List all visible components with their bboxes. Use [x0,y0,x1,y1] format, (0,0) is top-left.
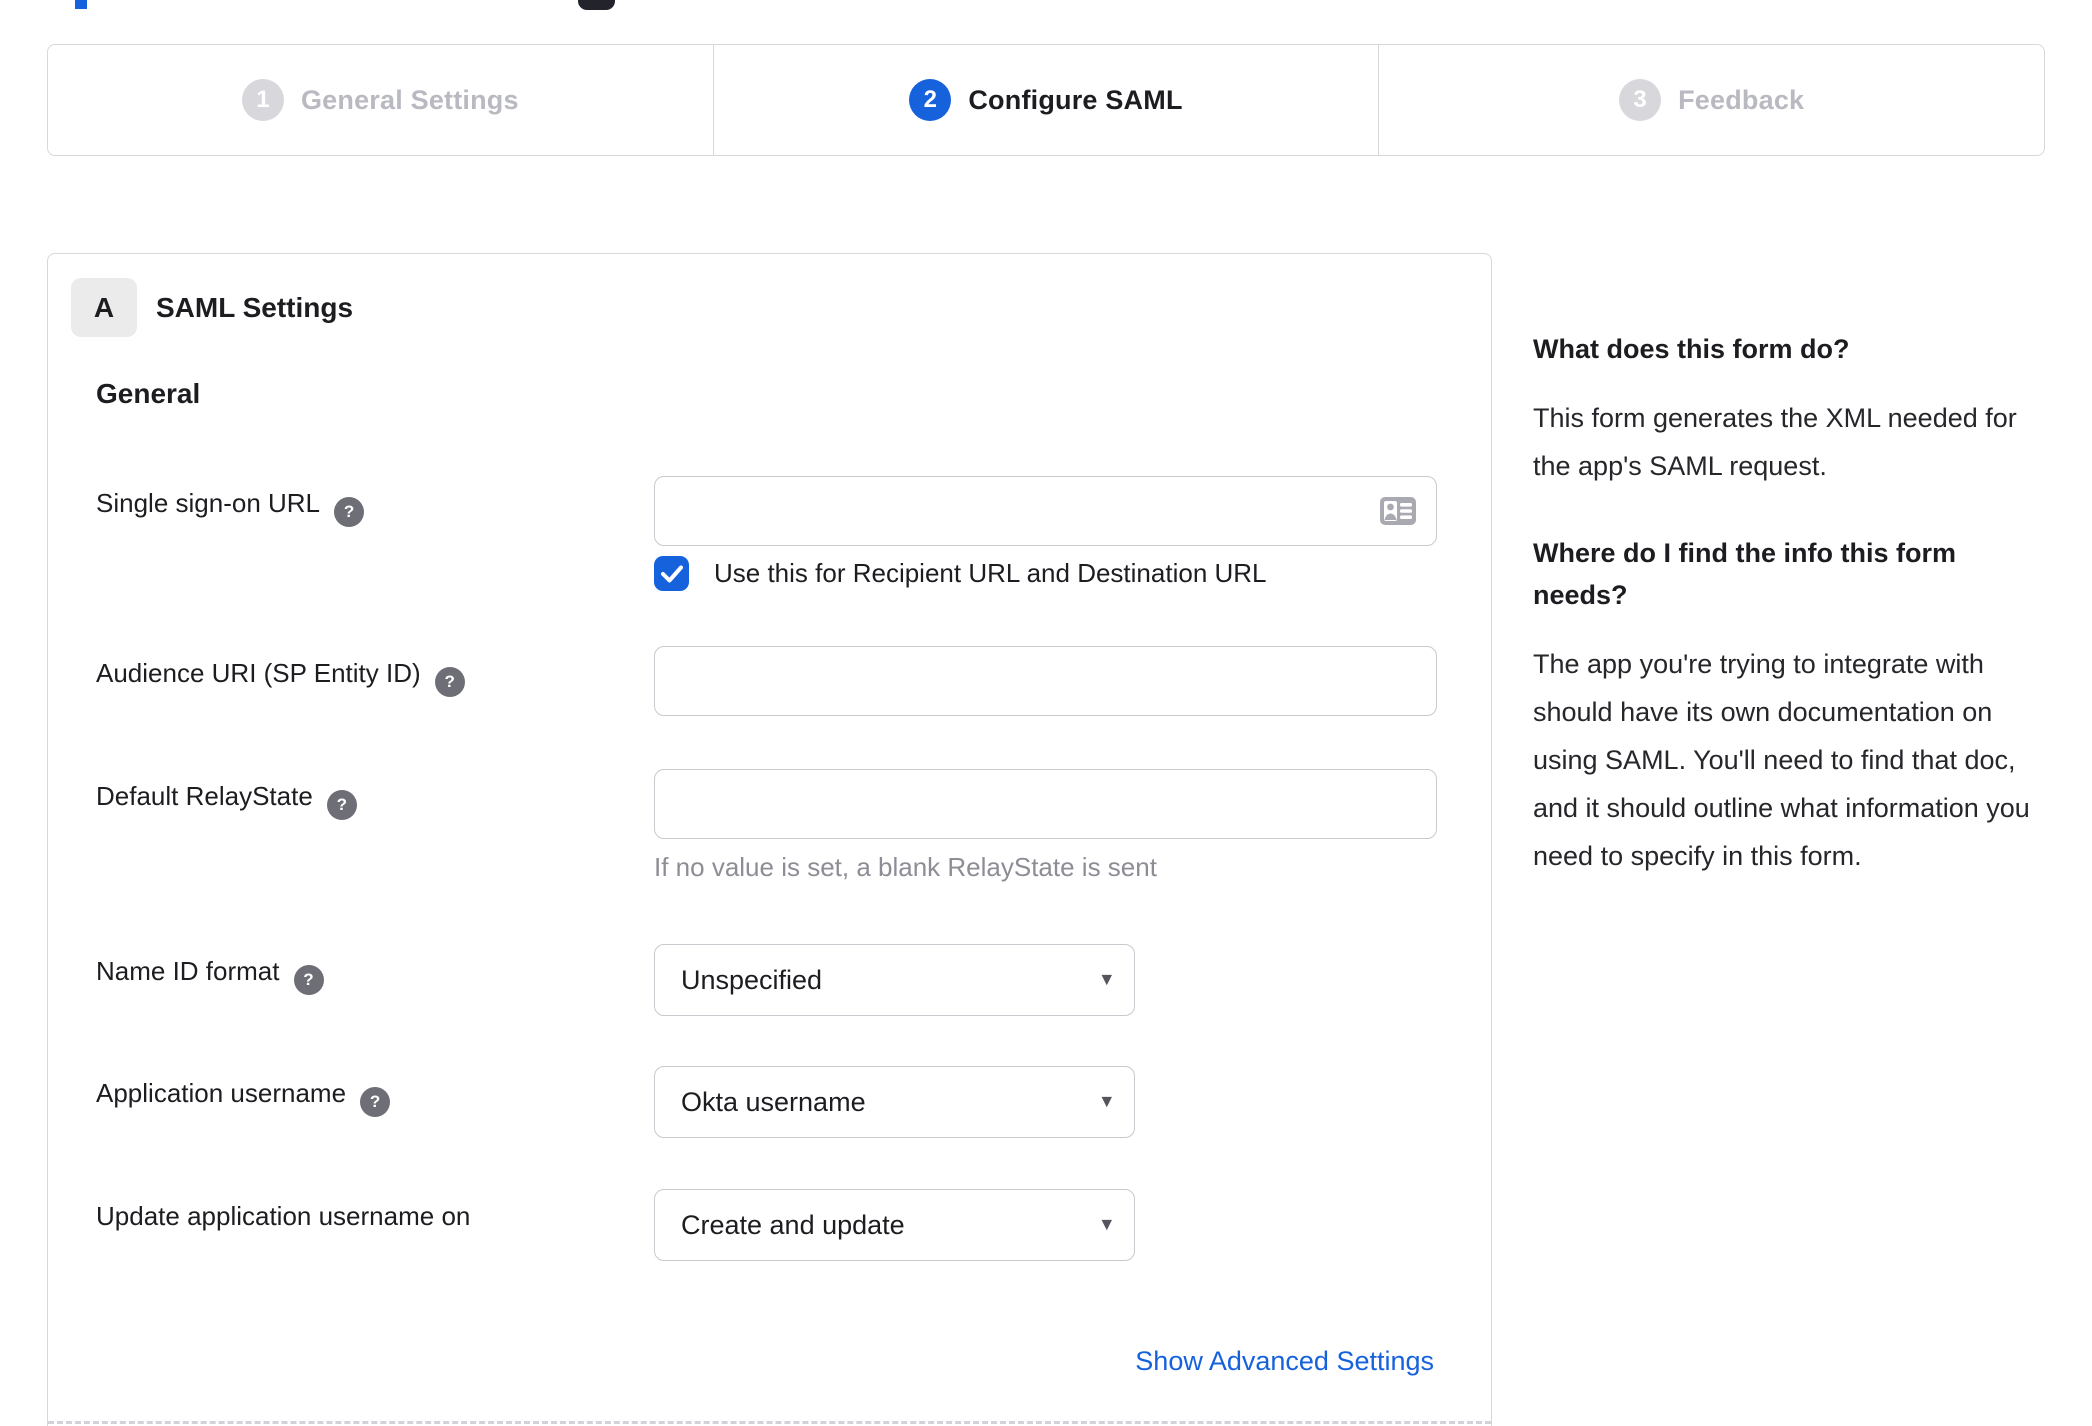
chevron-down-icon: ▾ [1101,1212,1112,1236]
default-relaystate-input[interactable] [654,769,1437,839]
checkbox-checked-icon[interactable] [654,556,689,591]
help-sidebar: What does this form do? This form genera… [1533,328,2047,922]
audience-uri-input[interactable] [654,646,1437,716]
help-para-what: This form generates the XML needed for t… [1533,403,2017,481]
contact-card-icon [1380,497,1416,525]
single-sign-on-url-label-text: Single sign-on URL [96,488,321,518]
step-1-number: 1 [241,79,284,121]
application-username-label: Application username? [96,1078,391,1117]
show-advanced-settings-link[interactable]: Show Advanced Settings [1135,1346,1434,1377]
panel-dashed-divider [48,1421,1491,1424]
application-username-value: Okta username [681,1086,866,1117]
section-a-badge: A [71,278,137,337]
wizard-stepper: 1 General Settings 2 Configure SAML 3 Fe… [47,44,2045,156]
single-sign-on-url-label: Single sign-on URL? [96,488,365,527]
general-section-heading: General [96,378,201,409]
help-icon[interactable]: ? [326,790,357,820]
cutoff-blue-fragment [75,0,87,9]
cutoff-black-fragment [578,0,615,10]
update-username-select[interactable]: Create and update ▾ [654,1189,1135,1261]
update-username-label: Update application username on [96,1201,470,1232]
single-sign-on-url-input[interactable] [654,476,1437,546]
help-para-where: The app you're trying to integrate with … [1533,649,2030,871]
name-id-format-label-text: Name ID format [96,956,280,986]
application-username-label-text: Application username [96,1078,347,1108]
default-relaystate-label-text: Default RelayState [96,781,313,811]
update-username-label-text: Update application username on [96,1201,471,1231]
application-username-select[interactable]: Okta username ▾ [654,1066,1135,1138]
name-id-format-select[interactable]: Unspecified ▾ [654,944,1135,1016]
help-heading-where: Where do I find the info this form needs… [1533,538,1956,610]
recipient-url-checkbox-label: Use this for Recipient URL and Destinati… [714,558,1267,588]
audience-uri-label-text: Audience URI (SP Entity ID) [96,658,421,688]
recipient-url-checkbox-row[interactable]: Use this for Recipient URL and Destinati… [654,556,1267,591]
default-relaystate-label: Default RelayState? [96,781,357,820]
saml-settings-panel: A SAML Settings General Single sign-on U… [47,253,1492,1426]
audience-uri-label: Audience URI (SP Entity ID)? [96,658,465,697]
name-id-format-label: Name ID format? [96,956,324,995]
step-3-label: Feedback [1678,84,1805,115]
relaystate-hint: If no value is set, a blank RelayState i… [654,852,1157,882]
update-username-value: Create and update [681,1209,905,1240]
step-general-settings[interactable]: 1 General Settings [48,45,713,155]
help-icon[interactable]: ? [293,965,324,995]
help-icon[interactable]: ? [334,497,365,527]
step-feedback[interactable]: 3 Feedback [1378,45,2044,155]
help-icon[interactable]: ? [434,667,465,697]
step-1-label: General Settings [300,84,519,115]
help-heading-what: What does this form do? [1533,334,1850,364]
panel-title: SAML Settings [156,291,354,323]
single-sign-on-url-input-wrap [654,476,1437,546]
step-2-label: Configure SAML [968,84,1183,115]
help-icon[interactable]: ? [360,1087,391,1117]
step-3-number: 3 [1619,79,1662,121]
chevron-down-icon: ▾ [1101,967,1112,991]
name-id-format-value: Unspecified [681,964,823,995]
chevron-down-icon: ▾ [1101,1089,1112,1113]
step-configure-saml[interactable]: 2 Configure SAML [712,45,1379,155]
step-2-number: 2 [909,79,952,121]
